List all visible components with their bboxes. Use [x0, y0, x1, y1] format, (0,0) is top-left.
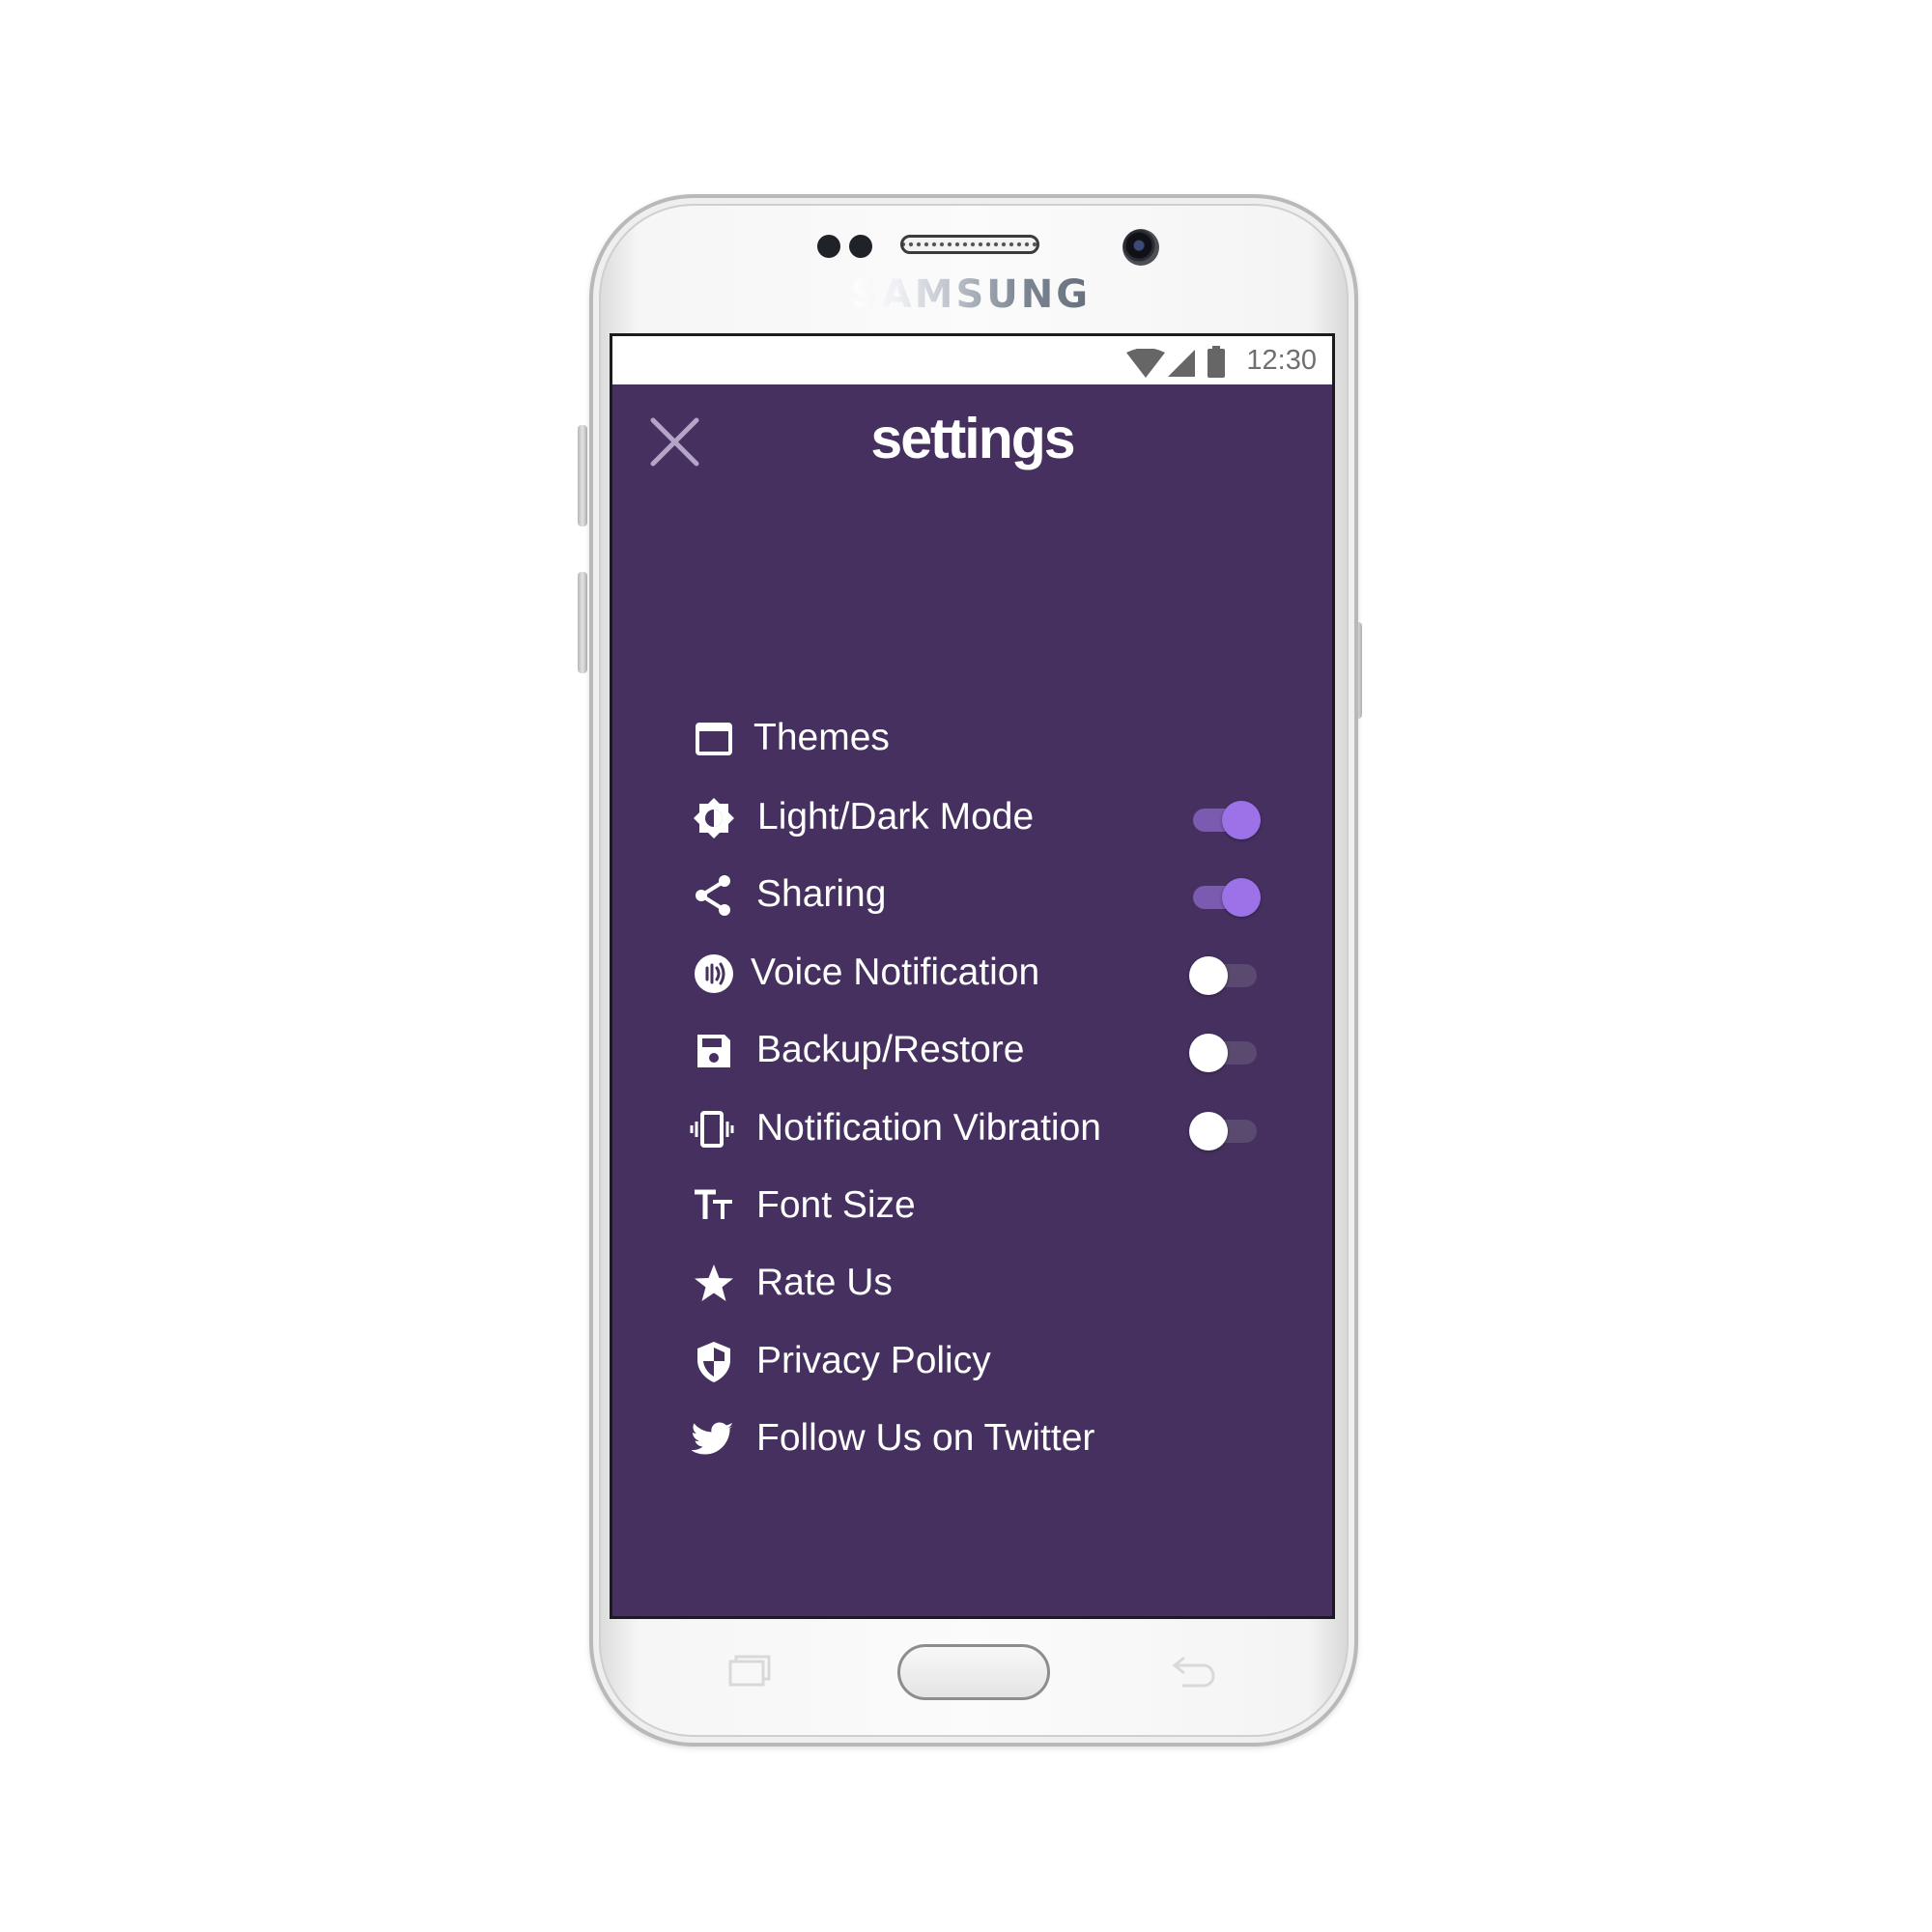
earpiece-speaker — [900, 235, 1039, 254]
status-time: 12:30 — [1246, 345, 1317, 376]
voice-notification-toggle[interactable] — [1189, 956, 1259, 995]
menu-item-themes[interactable]: Themes — [612, 696, 1332, 782]
light-sensor-icon — [849, 235, 872, 258]
back-icon[interactable] — [1171, 1654, 1217, 1689]
menu-item-label: Light/Dark Mode — [757, 796, 1035, 838]
sharing-toggle[interactable] — [1189, 878, 1261, 917]
menu-item-label: Privacy Policy — [756, 1340, 991, 1381]
battery-icon — [1208, 346, 1225, 378]
text-size-icon — [692, 1184, 736, 1229]
save-icon — [692, 1029, 736, 1073]
twitter-icon — [691, 1417, 736, 1462]
backup-restore-toggle[interactable] — [1189, 1034, 1259, 1072]
home-button[interactable] — [897, 1644, 1050, 1700]
toggle-thumb — [1189, 956, 1228, 995]
toggle-thumb — [1189, 1034, 1228, 1072]
menu-item-label: Backup/Restore — [756, 1029, 1025, 1070]
front-camera-icon — [1122, 229, 1159, 266]
light-dark-mode-toggle[interactable] — [1189, 801, 1261, 839]
menu-item-label: Voice Notification — [751, 952, 1040, 993]
recent-apps-icon[interactable] — [726, 1654, 771, 1689]
device-brand-logo: SAMSUNG — [850, 272, 1092, 317]
menu-item-privacy-policy[interactable]: Privacy Policy — [612, 1319, 1332, 1406]
toggle-thumb — [1189, 1112, 1228, 1151]
menu-item-notification-vibration[interactable]: Notification Vibration — [612, 1086, 1332, 1173]
menu-item-backup-restore[interactable]: Backup/Restore — [612, 1008, 1332, 1094]
menu-item-rate-us[interactable]: Rate Us — [612, 1240, 1332, 1327]
notification-vibration-toggle[interactable] — [1189, 1112, 1259, 1151]
status-bar: 12:30 — [612, 336, 1332, 384]
toggle-thumb — [1222, 878, 1261, 917]
menu-item-label: Follow Us on Twitter — [756, 1417, 1095, 1459]
share-icon — [692, 873, 736, 918]
menu-item-label: Font Size — [756, 1184, 916, 1226]
volume-up-button — [578, 425, 587, 526]
proximity-sensor-icon — [817, 235, 840, 258]
menu-item-label: Themes — [753, 717, 890, 758]
menu-item-label: Sharing — [756, 873, 887, 915]
menu-item-sharing[interactable]: Sharing — [612, 852, 1332, 939]
menu-item-label: Notification Vibration — [756, 1107, 1101, 1149]
menu-item-label: Rate Us — [756, 1262, 893, 1303]
window-icon — [692, 717, 736, 761]
shield-icon — [692, 1340, 736, 1384]
brightness-icon — [692, 796, 736, 840]
page-title: settings — [870, 407, 1075, 470]
canvas: SAMSUNG 12:30 settings Themes Light/Dark … — [0, 0, 1932, 1932]
star-icon — [692, 1262, 736, 1306]
menu-item-follow-us-on-twitter[interactable]: Follow Us on Twitter — [612, 1396, 1332, 1483]
volume-down-button — [578, 572, 587, 673]
toggle-thumb — [1222, 801, 1261, 839]
cell-signal-icon — [1168, 350, 1195, 377]
menu-item-voice-notification[interactable]: Voice Notification — [612, 930, 1332, 1017]
app-screen: 12:30 settings Themes Light/Dark Mode Shar… — [610, 333, 1335, 1619]
wifi-icon — [1126, 349, 1165, 378]
menu-item-font-size[interactable]: Font Size — [612, 1163, 1332, 1250]
menu-item-light-dark-mode[interactable]: Light/Dark Mode — [612, 775, 1332, 862]
vibration-icon — [690, 1107, 734, 1151]
voice-icon — [692, 952, 736, 996]
